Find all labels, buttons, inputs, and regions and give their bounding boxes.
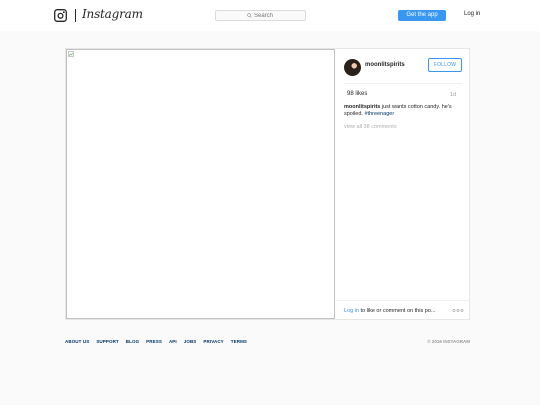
divider [336, 300, 469, 301]
instagram-wordmark[interactable]: Instagram [82, 7, 143, 21]
login-to-comment: Log in to like or comment on this po... [344, 308, 435, 314]
follow-button[interactable]: FOLLOW [428, 58, 462, 72]
footer-link-about-us[interactable]: ABOUT US [65, 339, 89, 344]
likes-count[interactable]: 98 likes [347, 91, 367, 97]
footer-link-press[interactable]: PRESS [146, 339, 162, 344]
footer-link-api[interactable]: API [169, 339, 177, 344]
logo-divider [75, 9, 76, 22]
get-the-app-button[interactable]: Get the app [398, 10, 446, 21]
more-options-icon[interactable] [452, 308, 464, 313]
search-input[interactable] [216, 11, 305, 20]
post-photo[interactable] [66, 49, 335, 319]
footer-nav: ABOUT US SUPPORT BLOG PRESS API JOBS PRI… [65, 339, 247, 344]
post-username[interactable]: moonlitspirits [365, 62, 405, 68]
view-all-comments-link[interactable]: view all 38 comments [344, 124, 397, 130]
login-to-comment-text: to like or comment on this po... [359, 308, 436, 314]
post-sidebar: moonlitspirits FOLLOW 98 likes 1d moonli… [336, 49, 469, 319]
footer-link-jobs[interactable]: JOBS [184, 339, 197, 344]
top-nav-bar: Instagram Get the app Log in [0, 0, 540, 31]
copyright: © 2016 INSTAGRAM [427, 339, 470, 344]
footer-link-privacy[interactable]: PRIVACY [203, 339, 223, 344]
instagram-camera-icon[interactable] [54, 9, 67, 22]
footer: ABOUT US SUPPORT BLOG PRESS API JOBS PRI… [65, 339, 470, 347]
caption-username[interactable]: moonlitspirits [344, 104, 380, 110]
divider [344, 83, 462, 84]
post-card: moonlitspirits FOLLOW 98 likes 1d moonli… [65, 48, 470, 320]
post-caption: moonlitspirits just wants cotton candy. … [344, 104, 462, 118]
login-to-comment-link[interactable]: Log in [344, 308, 359, 314]
avatar[interactable] [344, 59, 361, 76]
broken-image-icon [68, 51, 74, 57]
caption-hashtag[interactable]: #threenager [365, 111, 395, 117]
post-timestamp[interactable]: 1d [450, 92, 456, 98]
footer-link-blog[interactable]: BLOG [126, 339, 139, 344]
search-box[interactable] [215, 10, 306, 21]
footer-link-support[interactable]: SUPPORT [96, 339, 118, 344]
footer-link-terms[interactable]: TERMS [231, 339, 247, 344]
login-link[interactable]: Log in [464, 11, 480, 17]
